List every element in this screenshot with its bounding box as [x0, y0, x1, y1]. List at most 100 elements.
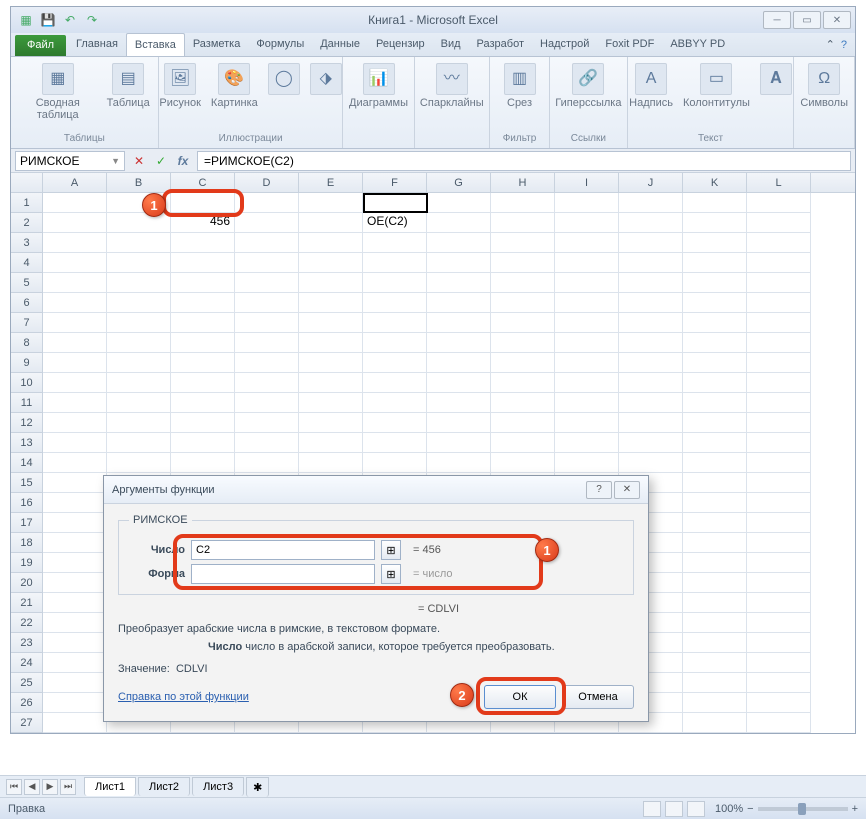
cell[interactable] — [43, 613, 107, 633]
view-normal-button[interactable] — [643, 801, 661, 817]
row-header[interactable]: 20 — [11, 573, 43, 593]
row-header[interactable]: 10 — [11, 373, 43, 393]
row-header[interactable]: 8 — [11, 333, 43, 353]
cell[interactable] — [555, 453, 619, 473]
cell[interactable] — [235, 353, 299, 373]
cell[interactable] — [427, 353, 491, 373]
cell[interactable] — [235, 293, 299, 313]
cell[interactable] — [107, 233, 171, 253]
cell[interactable] — [43, 413, 107, 433]
row-header[interactable]: 5 — [11, 273, 43, 293]
cell[interactable] — [683, 433, 747, 453]
cell[interactable] — [747, 573, 811, 593]
cell[interactable] — [299, 193, 363, 213]
cell[interactable] — [171, 253, 235, 273]
cell[interactable] — [683, 493, 747, 513]
cell[interactable] — [555, 253, 619, 273]
row-header[interactable]: 1 — [11, 193, 43, 213]
file-tab[interactable]: Файл — [15, 35, 66, 56]
cell[interactable] — [427, 193, 491, 213]
col-header[interactable]: H — [491, 173, 555, 192]
cell[interactable] — [43, 333, 107, 353]
row-header[interactable]: 7 — [11, 313, 43, 333]
col-header[interactable]: E — [299, 173, 363, 192]
cell[interactable] — [683, 613, 747, 633]
cell[interactable] — [555, 313, 619, 333]
cell[interactable] — [43, 393, 107, 413]
cell[interactable] — [747, 673, 811, 693]
cell[interactable] — [619, 273, 683, 293]
cell[interactable] — [43, 573, 107, 593]
cell[interactable] — [619, 313, 683, 333]
cell[interactable] — [43, 313, 107, 333]
cell[interactable] — [427, 393, 491, 413]
cell[interactable] — [747, 513, 811, 533]
col-header[interactable]: I — [555, 173, 619, 192]
cell[interactable] — [43, 473, 107, 493]
wordart-button[interactable]: 𝐀 — [758, 61, 794, 97]
cell[interactable] — [683, 713, 747, 733]
cell[interactable] — [235, 373, 299, 393]
cell[interactable] — [107, 373, 171, 393]
cell[interactable] — [427, 273, 491, 293]
cell[interactable] — [683, 553, 747, 573]
zoom-slider[interactable] — [758, 807, 848, 811]
cell[interactable] — [427, 453, 491, 473]
row-header[interactable]: 14 — [11, 453, 43, 473]
cell[interactable] — [619, 393, 683, 413]
ribbon-minimize-icon[interactable]: ⌃ — [826, 38, 835, 51]
cell[interactable] — [747, 333, 811, 353]
maximize-button[interactable]: ▭ — [793, 11, 821, 29]
col-header[interactable]: B — [107, 173, 171, 192]
cell[interactable] — [43, 373, 107, 393]
col-header[interactable]: C — [171, 173, 235, 192]
cell[interactable] — [491, 353, 555, 373]
cell[interactable] — [43, 273, 107, 293]
sheet-nav-prev[interactable]: ◀ — [24, 779, 40, 795]
cell[interactable] — [747, 373, 811, 393]
cell[interactable] — [235, 393, 299, 413]
cell[interactable] — [555, 393, 619, 413]
clipart-button[interactable]: 🎨Картинка — [209, 61, 260, 111]
cell[interactable] — [43, 453, 107, 473]
cell[interactable] — [683, 193, 747, 213]
cell[interactable] — [427, 313, 491, 333]
cell[interactable] — [491, 433, 555, 453]
cell[interactable] — [43, 533, 107, 553]
row-header[interactable]: 24 — [11, 653, 43, 673]
cell[interactable] — [235, 273, 299, 293]
minimize-button[interactable]: ─ — [763, 11, 791, 29]
cell[interactable] — [491, 293, 555, 313]
row-header[interactable]: 15 — [11, 473, 43, 493]
cell[interactable] — [747, 593, 811, 613]
cell[interactable] — [555, 293, 619, 313]
cell[interactable] — [747, 213, 811, 233]
cell[interactable] — [107, 253, 171, 273]
cell[interactable] — [171, 293, 235, 313]
cell[interactable] — [683, 273, 747, 293]
cell[interactable] — [683, 573, 747, 593]
textbox-button[interactable]: AНадпись — [627, 61, 675, 111]
dialog-close-button[interactable]: ✕ — [614, 481, 640, 499]
cell[interactable] — [683, 233, 747, 253]
row-header[interactable]: 9 — [11, 353, 43, 373]
cell[interactable] — [235, 233, 299, 253]
cell[interactable] — [619, 333, 683, 353]
cell[interactable] — [43, 593, 107, 613]
cell[interactable] — [683, 693, 747, 713]
cell[interactable] — [107, 293, 171, 313]
cell[interactable] — [43, 293, 107, 313]
tab-home[interactable]: Главная — [68, 33, 126, 56]
cell[interactable] — [43, 433, 107, 453]
cell[interactable] — [235, 433, 299, 453]
row-header[interactable]: 17 — [11, 513, 43, 533]
row-header[interactable]: 11 — [11, 393, 43, 413]
cell[interactable] — [747, 413, 811, 433]
tab-addins[interactable]: Надстрой — [532, 33, 597, 56]
cell[interactable] — [299, 293, 363, 313]
cell[interactable] — [107, 333, 171, 353]
cell[interactable] — [363, 313, 427, 333]
cell[interactable] — [171, 413, 235, 433]
arg2-input[interactable] — [191, 564, 375, 584]
picture-button[interactable]: 🖼Рисунок — [157, 61, 203, 111]
